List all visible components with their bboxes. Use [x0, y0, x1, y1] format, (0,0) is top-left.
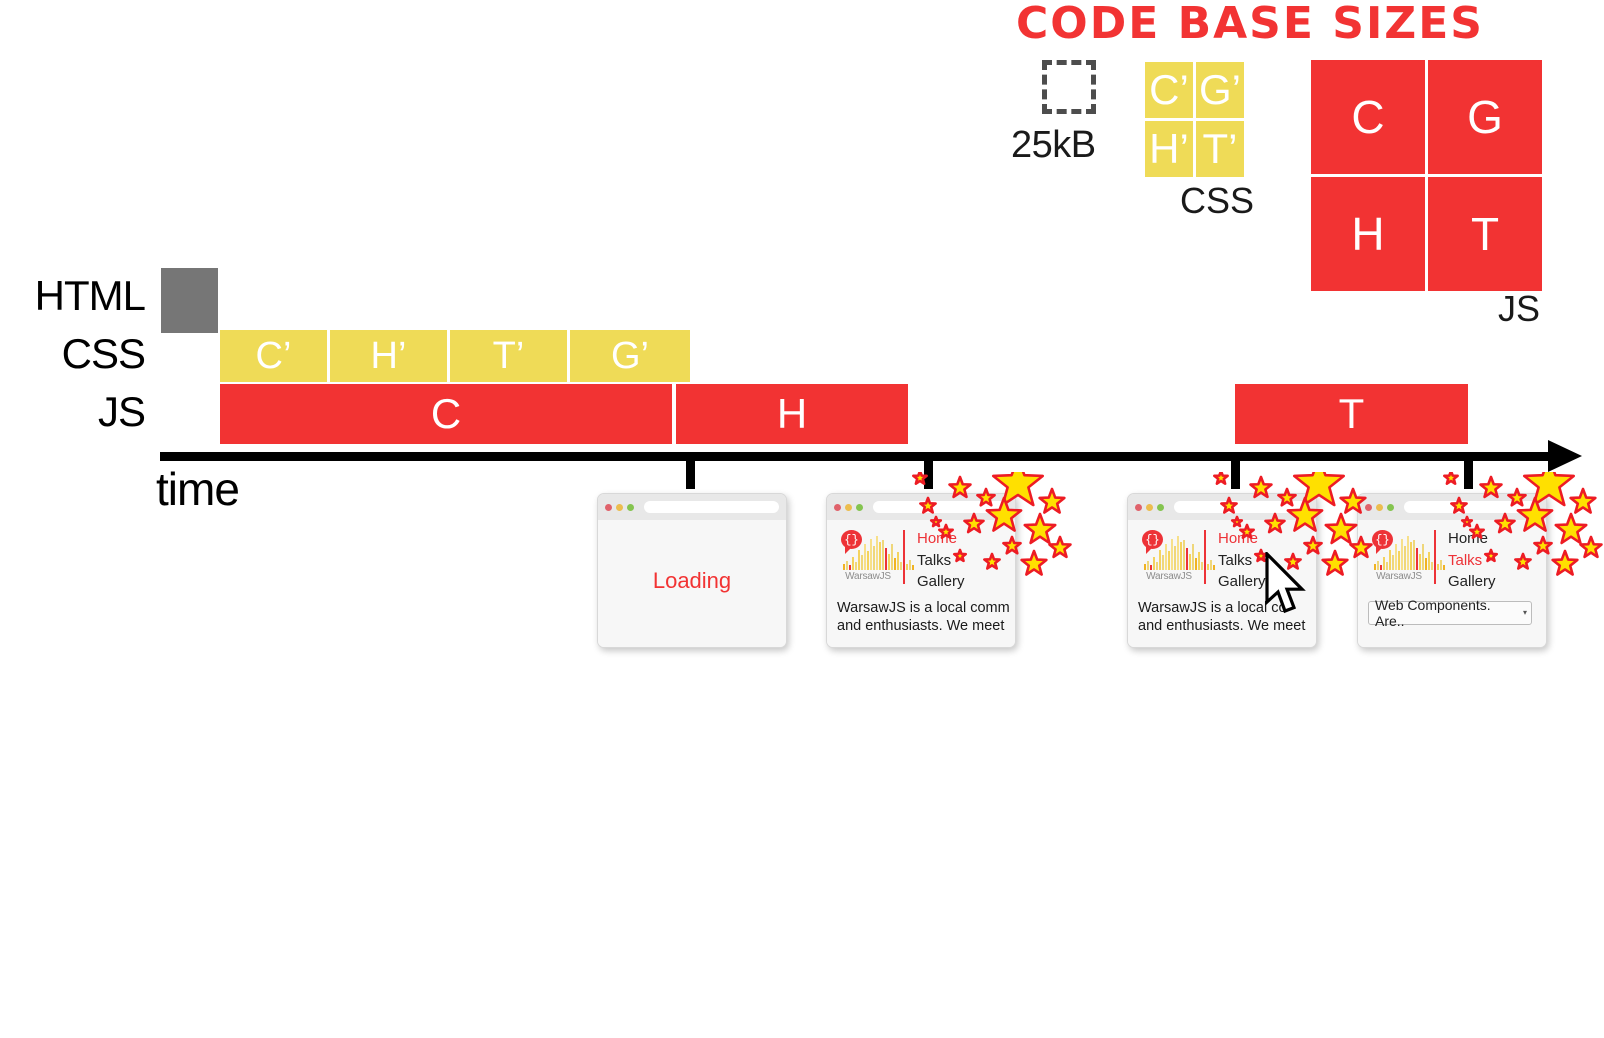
address-bar[interactable] [644, 501, 779, 513]
window-control-close-icon[interactable] [834, 503, 841, 511]
site-logo[interactable]: {} WarsawJS [837, 528, 914, 591]
css-grid-cell: H’ [1145, 121, 1193, 177]
talk-select-value: Web Components. Are.. [1375, 596, 1491, 629]
nav-link-gallery[interactable]: Gallery [1218, 573, 1266, 591]
site-logo[interactable]: {} WarsawJS [1138, 528, 1215, 591]
nav-link-talks[interactable]: Talks [1218, 552, 1266, 570]
css-grid-caption: CSS [1180, 180, 1255, 221]
js-grid-cell: H [1311, 177, 1425, 291]
window-control-close-icon[interactable] [1365, 503, 1372, 511]
mouse-cursor-icon [1265, 550, 1311, 623]
skyline-bars [1374, 536, 1446, 570]
css-grid-cell: G’ [1196, 62, 1244, 118]
browser-titlebar [598, 494, 786, 520]
css-grid-cell: T’ [1196, 121, 1244, 177]
time-axis-arrow-icon [1548, 440, 1582, 472]
js-bar-segment: H [676, 384, 908, 444]
legend-title: CODE BASE SIZES [1016, 0, 1484, 49]
timeline-row-label-css: CSS [61, 330, 146, 377]
timeline-row-label-html: HTML [34, 272, 146, 319]
chevron-down-icon: ▾ [1522, 608, 1527, 617]
window-control-maximize-icon[interactable] [1157, 503, 1164, 511]
js-grid-cell: C [1311, 60, 1425, 174]
browser-titlebar [1358, 494, 1546, 520]
js-size-grid: C G H T [1311, 60, 1542, 291]
site-header: {} WarsawJS Home Talks Gallery [1358, 520, 1546, 595]
unit-size-label: 25kB [1011, 124, 1096, 166]
window-control-close-icon[interactable] [1135, 503, 1142, 511]
logo-wordmark: WarsawJS [1376, 571, 1422, 582]
address-bar[interactable] [1174, 501, 1309, 513]
browser-viewport: Loading [598, 520, 786, 647]
loading-text: Loading [652, 568, 732, 593]
nav-link-talks[interactable]: Talks [917, 552, 965, 570]
skyline-bars [1144, 536, 1216, 570]
window-control-close-icon[interactable] [605, 503, 612, 511]
window-control-maximize-icon[interactable] [1387, 503, 1394, 511]
unit-size-swatch [1042, 60, 1096, 114]
nav-link-gallery[interactable]: Gallery [1448, 573, 1496, 591]
warsawjs-skyline-icon: {} [1141, 528, 1215, 570]
browser-frame[interactable]: Loading [597, 493, 787, 648]
browser-window[interactable]: {} WarsawJS Home Talks Gallery WarsawJS is a … [1113, 472, 1373, 655]
js-grid-caption: JS [1498, 288, 1541, 329]
css-grid-cell: C’ [1145, 62, 1193, 118]
site-nav: Home Talks Gallery [1218, 528, 1266, 591]
browser-titlebar [827, 494, 1015, 520]
browser-window[interactable]: {} WarsawJS Home Talks Gallery Web Components… [1343, 472, 1603, 655]
address-bar[interactable] [873, 501, 1008, 513]
site-paragraph: WarsawJS is a local comm and enthusiasts.… [827, 595, 1015, 636]
window-control-maximize-icon[interactable] [627, 503, 634, 511]
logo-wordmark: WarsawJS [1146, 571, 1192, 582]
paragraph-line: and enthusiasts. We meet [837, 618, 1005, 635]
nav-link-home[interactable]: Home [1218, 530, 1266, 548]
browser-viewport: {} WarsawJS Home Talks Gallery Web Components… [1358, 520, 1546, 647]
nav-link-talks[interactable]: Talks [1448, 552, 1496, 570]
talk-select-dropdown[interactable]: Web Components. Are.. ▾ [1368, 597, 1532, 629]
css-bar-segment: G’ [570, 330, 690, 382]
browser-window[interactable]: Loading [583, 480, 813, 655]
time-axis-line [160, 452, 1560, 461]
browser-viewport: {} WarsawJS Home Talks Gallery WarsawJS is a … [827, 520, 1015, 647]
logo-wordmark: WarsawJS [845, 571, 891, 582]
warsawjs-skyline-icon: {} [840, 528, 914, 570]
paragraph-line: WarsawJS is a local comm [837, 599, 1010, 616]
browser-frame[interactable]: {} WarsawJS Home Talks Gallery Web Components… [1357, 493, 1547, 648]
js-grid-cell: T [1428, 177, 1542, 291]
js-bar-segment: T [1235, 384, 1468, 444]
css-bar-segment: T’ [450, 330, 567, 382]
timeline-row-label-js: JS [97, 388, 146, 435]
window-control-minimize-icon[interactable] [845, 503, 852, 511]
nav-link-home[interactable]: Home [917, 530, 965, 548]
window-control-minimize-icon[interactable] [1376, 503, 1383, 511]
site-logo[interactable]: {} WarsawJS [1368, 528, 1445, 591]
window-control-maximize-icon[interactable] [856, 503, 863, 511]
timeline-html-block [161, 268, 218, 333]
browser-window[interactable]: {} WarsawJS Home Talks Gallery WarsawJS is a … [812, 472, 1072, 655]
browser-titlebar [1128, 494, 1316, 520]
site-nav: Home Talks Gallery [1448, 528, 1496, 591]
window-control-minimize-icon[interactable] [616, 503, 623, 511]
nav-link-home[interactable]: Home [1448, 530, 1496, 548]
site-header: {} WarsawJS Home Talks Gallery [827, 520, 1015, 595]
address-bar[interactable] [1404, 501, 1539, 513]
css-bar-segment: C’ [220, 330, 327, 382]
warsawjs-skyline-icon: {} [1371, 528, 1445, 570]
js-bar-segment: C [220, 384, 672, 444]
window-control-minimize-icon[interactable] [1146, 503, 1153, 511]
browser-frame[interactable]: {} WarsawJS Home Talks Gallery WarsawJS is a … [826, 493, 1016, 648]
css-bar-segment: H’ [330, 330, 447, 382]
time-axis-label: time [156, 463, 240, 515]
js-grid-cell: G [1428, 60, 1542, 174]
skyline-bars [843, 536, 915, 570]
site-nav: Home Talks Gallery [917, 528, 965, 591]
css-size-grid: C’ G’ H’ T’ [1145, 62, 1244, 177]
nav-link-gallery[interactable]: Gallery [917, 573, 965, 591]
